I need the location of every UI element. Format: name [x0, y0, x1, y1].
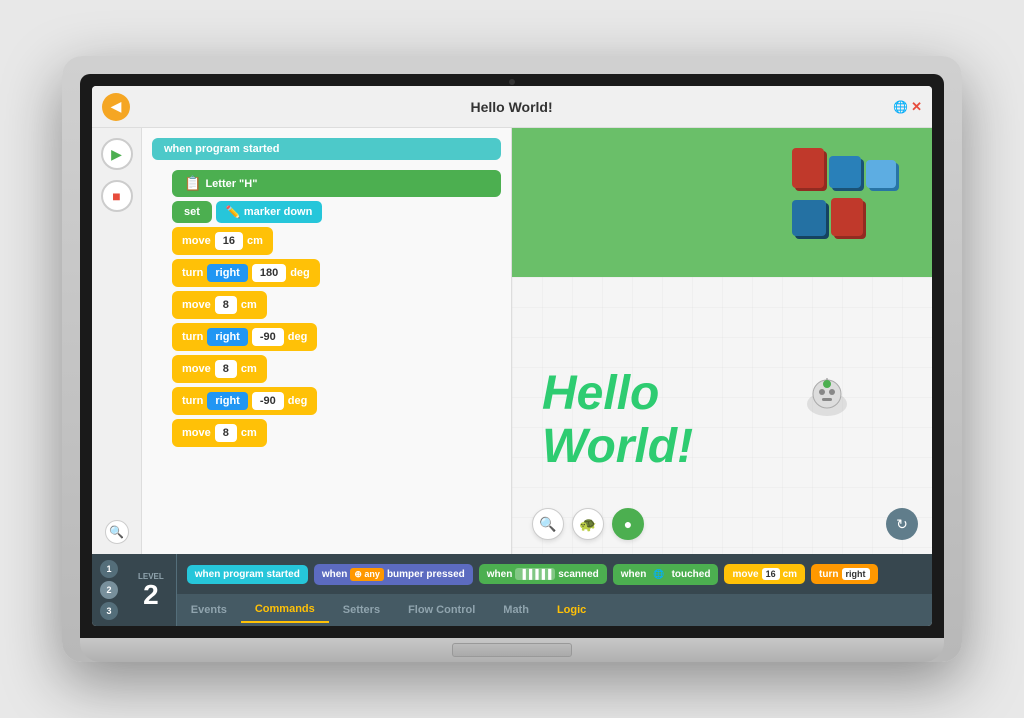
blocks-area: when program started 📋 Letter "H" — [142, 128, 511, 554]
laptop-base — [80, 638, 944, 662]
level-dot-3[interactable]: 3 — [100, 602, 118, 620]
move-row-2: move 8 cm — [172, 291, 501, 319]
letter-block[interactable]: 📋 Letter "H" — [172, 170, 501, 197]
set-block[interactable]: set — [172, 201, 212, 223]
bottom-section: 1 2 3 LEVEL 2 when progra — [92, 554, 932, 626]
move-block-4[interactable]: move 8 cm — [172, 419, 267, 447]
tab-math[interactable]: Math — [489, 598, 543, 622]
toolbar-touched[interactable]: when 🌐 touched — [613, 564, 719, 585]
app-container: ◀ Hello World! 🌐 ✕ ▶ ■ 🔍 — [92, 86, 932, 626]
zoom-button[interactable]: 🔍 — [105, 520, 129, 544]
blue-block-2 — [792, 200, 826, 236]
turn-block-1[interactable]: turn right 180 deg — [172, 259, 320, 287]
tab-events[interactable]: Events — [177, 598, 241, 622]
turtle-button[interactable]: 🐢 — [572, 508, 604, 540]
trackpad[interactable] — [452, 643, 572, 657]
bottom-right: when program started when ⊕ any bumper p… — [177, 554, 932, 626]
toolbar-scanned[interactable]: when ▐▐▐▐▐ scanned — [479, 564, 607, 584]
turn-block-2[interactable]: turn right -90 deg — [172, 323, 317, 351]
run-button[interactable]: ● — [612, 508, 644, 540]
colored-blocks-group — [792, 148, 912, 236]
turn-block-3[interactable]: turn right -90 deg — [172, 387, 317, 415]
level-section: 1 2 3 LEVEL 2 — [92, 554, 177, 626]
toolbar-move[interactable]: move 16 cm — [724, 564, 805, 584]
red-block-1 — [792, 148, 824, 188]
view-controls: 🔍 🐢 ● — [532, 508, 644, 540]
stop-button[interactable]: ■ — [101, 180, 133, 212]
tab-setters[interactable]: Setters — [329, 598, 394, 622]
laptop-container: ◀ Hello World! 🌐 ✕ ▶ ■ 🔍 — [62, 56, 962, 662]
code-panel: ▶ ■ 🔍 when program started — [92, 128, 512, 554]
tab-logic[interactable]: Logic — [543, 598, 600, 622]
light-blue-block — [866, 160, 896, 188]
tab-commands[interactable]: Commands — [241, 597, 329, 623]
move-block-2[interactable]: move 8 cm — [172, 291, 267, 319]
back-button[interactable]: ◀ — [102, 93, 130, 121]
play-button[interactable]: ▶ — [101, 138, 133, 170]
laptop-screen: ◀ Hello World! 🌐 ✕ ▶ ■ 🔍 — [92, 86, 932, 626]
block-group: 📋 Letter "H" set — [152, 170, 501, 447]
camera — [509, 79, 515, 85]
search-view-button[interactable]: 🔍 — [532, 508, 564, 540]
hello-world-display: Hello World! — [542, 368, 693, 474]
move-row-3: move 8 cm — [172, 355, 501, 383]
turn-row-1: turn right 180 deg — [172, 259, 501, 287]
tab-flow-control[interactable]: Flow Control — [394, 598, 489, 622]
header-title: Hello World! — [140, 99, 883, 115]
move-block-1[interactable]: move 16 cm — [172, 227, 273, 255]
level-dot-2[interactable]: 2 — [100, 581, 118, 599]
main-content: ▶ ■ 🔍 when program started — [92, 128, 932, 554]
level-dots: 1 2 3 — [92, 554, 126, 626]
close-button[interactable]: 🌐 ✕ — [893, 99, 922, 115]
move-block-3[interactable]: move 8 cm — [172, 355, 267, 383]
level-number: 2 — [143, 581, 159, 609]
view-panel: Hello World! — [512, 128, 932, 554]
red-block-2 — [831, 198, 863, 236]
refresh-button[interactable]: ↻ — [886, 508, 918, 540]
robot-icon — [802, 374, 852, 424]
move-row-4: move 8 cm — [172, 419, 501, 447]
app-header: ◀ Hello World! 🌐 ✕ — [92, 86, 932, 128]
level-dot-1[interactable]: 1 — [100, 560, 118, 578]
set-marker-row: set ✏️ marker down — [172, 201, 501, 223]
move-row-1: move 16 cm — [172, 227, 501, 255]
toolbar-turn[interactable]: turn right — [811, 564, 877, 584]
category-tabs: Events Commands Setters Flow Control Mat… — [177, 594, 932, 626]
turn-row-2: turn right -90 deg — [172, 323, 501, 351]
turn-row-3: turn right -90 deg — [172, 387, 501, 415]
bottom-toolbar: when program started when ⊕ any bumper p… — [177, 554, 932, 594]
start-block[interactable]: when program started — [152, 138, 501, 160]
sidebar-controls: ▶ ■ 🔍 — [92, 128, 142, 554]
marker-block[interactable]: ✏️ marker down — [216, 201, 322, 223]
blue-block-1 — [829, 156, 861, 188]
screen-bezel: ◀ Hello World! 🌐 ✕ ▶ ■ 🔍 — [80, 74, 944, 638]
toolbar-when-program[interactable]: when program started — [187, 565, 308, 584]
toolbar-bumper[interactable]: when ⊕ any bumper pressed — [314, 564, 473, 585]
